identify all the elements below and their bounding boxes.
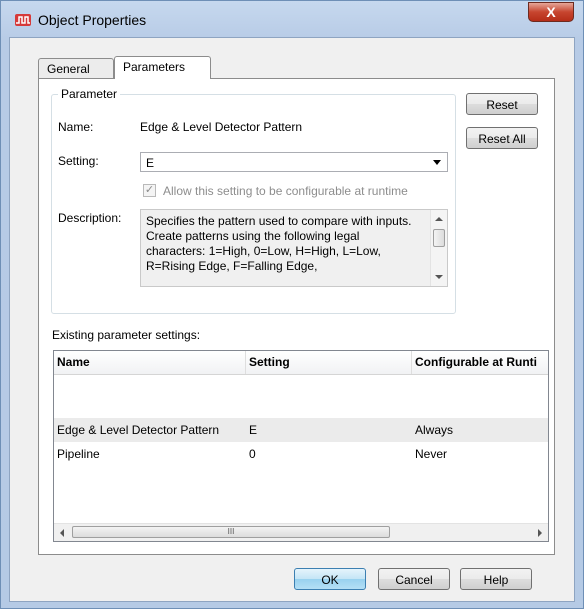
- setting-label: Setting:: [58, 154, 99, 168]
- row-setting: 0: [249, 447, 256, 461]
- column-header-setting[interactable]: Setting: [246, 351, 412, 374]
- window-title: Object Properties: [38, 12, 147, 28]
- close-icon: X: [546, 4, 556, 20]
- scroll-down-icon[interactable]: [435, 275, 443, 279]
- close-button[interactable]: X: [528, 2, 574, 22]
- runtime-checkbox-label: Allow this setting to be configurable at…: [163, 184, 408, 198]
- list-header: Name Setting Configurable at Runti: [54, 351, 548, 375]
- reset-button[interactable]: Reset: [466, 93, 538, 115]
- list-horizontal-scrollbar[interactable]: III: [54, 523, 548, 541]
- setting-dropdown-value: E: [146, 156, 155, 170]
- app-icon: [15, 14, 31, 26]
- chevron-down-icon: [433, 160, 441, 165]
- title-bar[interactable]: Object Properties X: [1, 1, 583, 37]
- table-row[interactable]: Pipeline 0 Never: [54, 442, 548, 466]
- row-name: Edge & Level Detector Pattern: [57, 423, 220, 437]
- description-label: Description:: [58, 211, 122, 225]
- row-name: Pipeline: [57, 447, 100, 461]
- row-configurable: Never: [415, 447, 448, 461]
- scroll-thumb[interactable]: [433, 229, 445, 247]
- name-value: Edge & Level Detector Pattern: [140, 120, 303, 134]
- existing-settings-label: Existing parameter settings:: [52, 328, 201, 342]
- table-row[interactable]: Edge & Level Detector Pattern E Always: [54, 418, 548, 442]
- column-header-name[interactable]: Name: [54, 351, 246, 374]
- scroll-up-icon[interactable]: [435, 217, 443, 221]
- scroll-thumb[interactable]: III: [72, 526, 390, 538]
- runtime-checkbox[interactable]: ✓: [143, 184, 156, 197]
- parameters-panel: Parameter Name: Edge & Level Detector Pa…: [38, 78, 555, 555]
- cancel-button[interactable]: Cancel: [378, 568, 450, 590]
- setting-dropdown[interactable]: E: [140, 152, 448, 172]
- row-setting: E: [249, 423, 258, 437]
- tab-general[interactable]: General: [38, 58, 114, 78]
- description-scrollbar[interactable]: [430, 210, 447, 286]
- object-properties-window: Object Properties X General Parameters P…: [0, 0, 584, 609]
- description-box[interactable]: Specifies the pattern used to compare wi…: [140, 209, 448, 287]
- reset-all-button[interactable]: Reset All: [466, 127, 538, 149]
- parameter-list[interactable]: Name Setting Configurable at Runti Edge …: [53, 350, 549, 542]
- scroll-right-icon[interactable]: [538, 529, 542, 537]
- parameter-group-label: Parameter: [58, 87, 121, 101]
- dialog-client-area: General Parameters Parameter Name: Edge …: [9, 37, 575, 602]
- scroll-left-icon[interactable]: [60, 529, 64, 537]
- tab-parameters[interactable]: Parameters: [114, 56, 211, 79]
- parameter-groupbox: Parameter Name: Edge & Level Detector Pa…: [51, 87, 456, 314]
- row-configurable: Always: [415, 423, 454, 437]
- column-header-configurable[interactable]: Configurable at Runti: [412, 351, 548, 374]
- help-button[interactable]: Help: [460, 568, 532, 590]
- ok-button[interactable]: OK: [294, 568, 366, 590]
- name-label: Name:: [58, 120, 94, 134]
- description-text: Specifies the pattern used to compare wi…: [146, 214, 412, 273]
